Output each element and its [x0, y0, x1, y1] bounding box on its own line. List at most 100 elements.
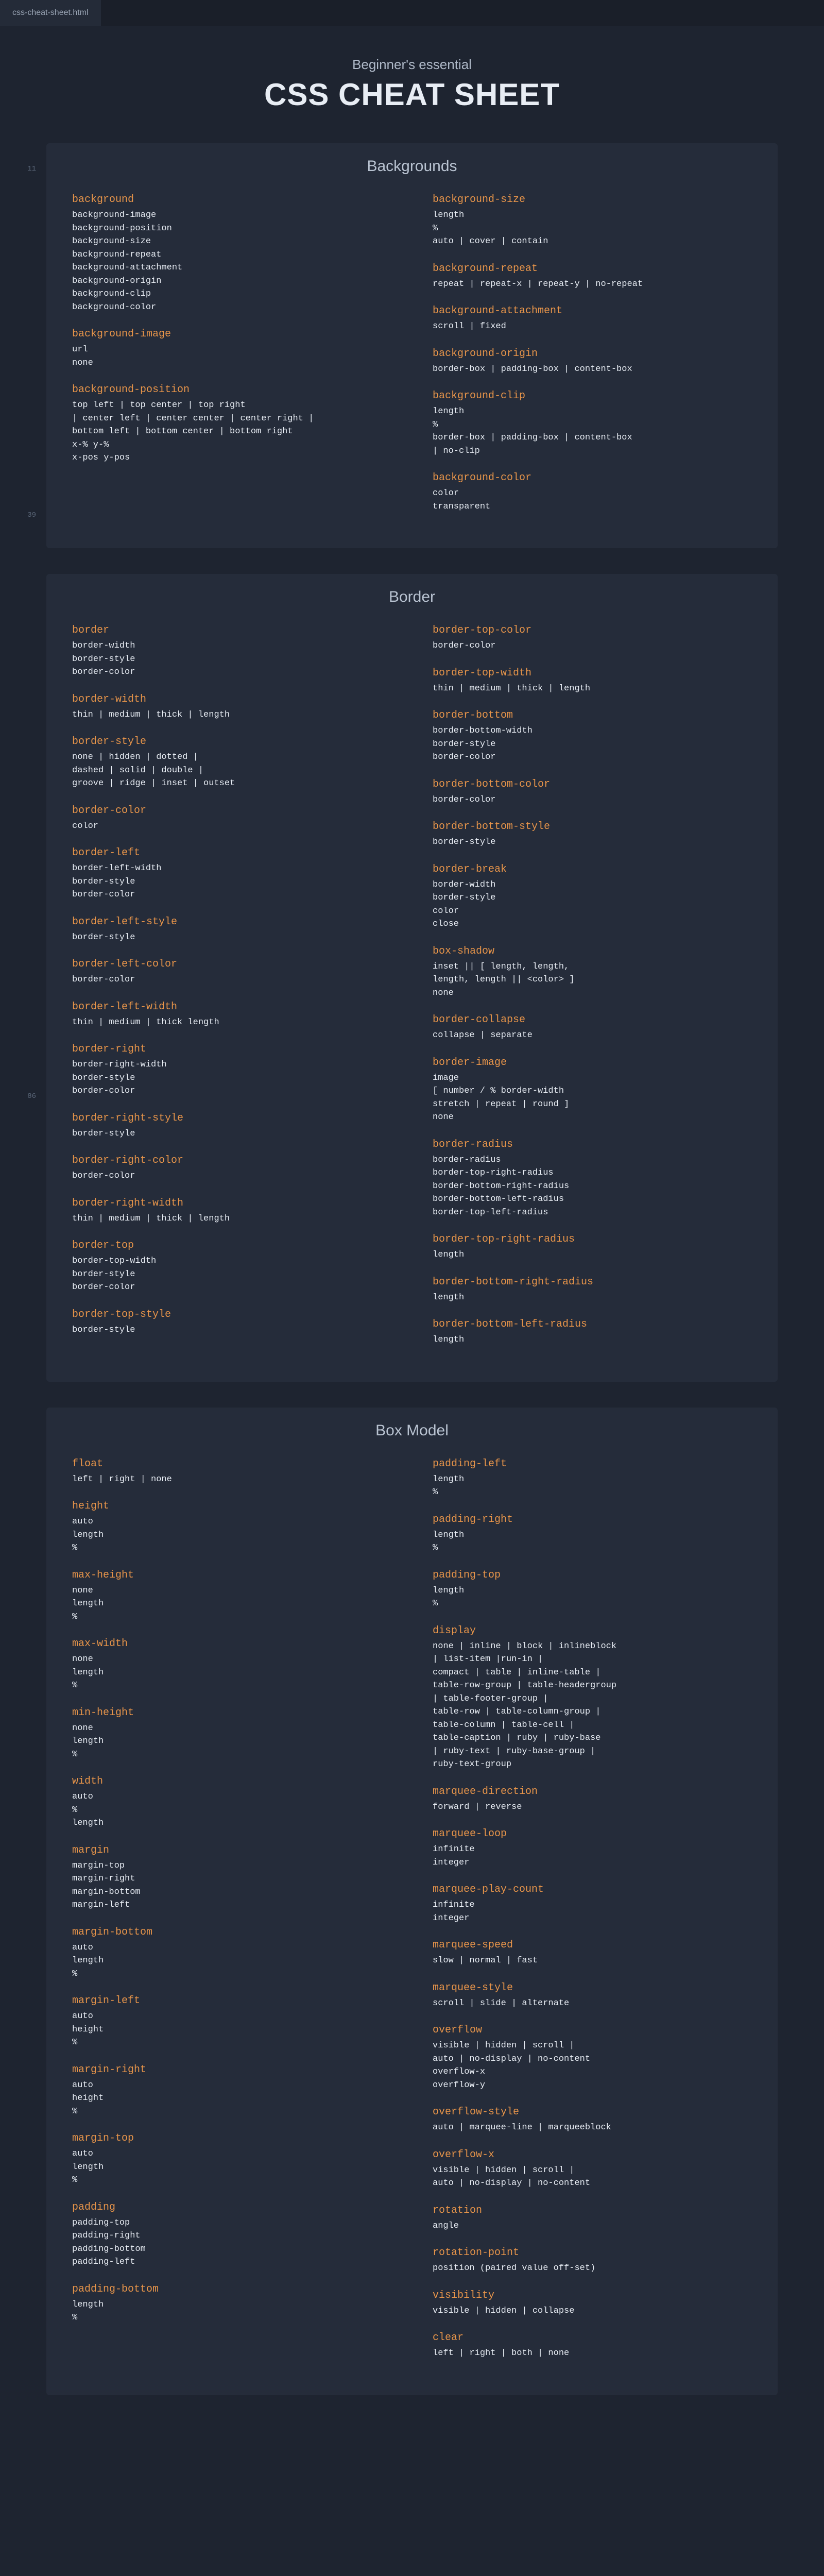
property-value: auto | marquee-line | marqueeblock: [433, 2121, 752, 2134]
property-value: border-color: [433, 639, 752, 653]
property-value: border-style: [72, 875, 391, 889]
property-name: min-height: [72, 1707, 391, 1719]
line-number: [0, 610, 46, 622]
file-tab[interactable]: css-cheat-sheet.html: [0, 0, 101, 26]
property-value: none: [72, 1722, 391, 1735]
property-block: border-rightborder-right-widthborder-sty…: [72, 1043, 391, 1098]
property-block: padding-bottomlength%: [72, 2283, 391, 2325]
section: Borderborderborder-widthborder-stylebord…: [46, 574, 778, 1382]
line-number: [0, 2415, 46, 2428]
property-value: scroll | slide | alternate: [433, 1997, 752, 2010]
property-value: none: [72, 1584, 391, 1598]
property-block: clearleft | right | both | none: [433, 2332, 752, 2360]
property-value: overflow-y: [433, 2079, 752, 2092]
line-number: [0, 2106, 46, 2119]
property-name: background-image: [72, 328, 391, 340]
property-value: x-% y-%: [72, 438, 391, 452]
property-value: border-top-right-radius: [433, 1166, 752, 1180]
line-number: [0, 2428, 46, 2440]
property-name: padding: [72, 2201, 391, 2213]
line-number: [0, 128, 46, 140]
column: borderborder-widthborder-styleborder-col…: [72, 624, 391, 1361]
line-number: [0, 2440, 46, 2452]
line-number: [0, 573, 46, 585]
line-number: [0, 1352, 46, 1364]
line-number: [0, 2081, 46, 2094]
property-value: length: [433, 209, 752, 222]
document-header: Beginner's essential CSS CHEAT SHEET: [46, 36, 778, 143]
property-value: position (paired value off-set): [433, 2262, 752, 2275]
line-number: [0, 2292, 46, 2304]
line-number: [0, 177, 46, 190]
line-number: [0, 2391, 46, 2403]
line-number: [0, 326, 46, 338]
property-value: left | right | none: [72, 1473, 391, 1486]
property-block: min-heightnonelength%: [72, 1707, 391, 1761]
property-value: border-style: [433, 891, 752, 905]
property-value: length: [433, 1584, 752, 1598]
property-value: length: [433, 1473, 752, 1486]
line-number: [0, 1364, 46, 1377]
property-block: background-imageurlnone: [72, 328, 391, 369]
line-number: [0, 1995, 46, 2007]
line-number: [0, 734, 46, 746]
line-number: [0, 202, 46, 214]
line-number: [0, 1414, 46, 1426]
property-block: rotation-pointposition (paired value off…: [433, 2247, 752, 2275]
line-number: [0, 1871, 46, 1884]
property-block: max-widthnonelength%: [72, 1638, 391, 1692]
property-value: url: [72, 343, 391, 357]
line-number: [0, 1377, 46, 1389]
property-value: none: [72, 1653, 391, 1666]
property-value: integer: [433, 1912, 752, 1925]
property-name: background-clip: [433, 390, 752, 402]
line-number: [0, 2205, 46, 2217]
property-value: border-style: [72, 1072, 391, 1085]
line-number: [0, 1612, 46, 1624]
line-number: [0, 1686, 46, 1698]
line-number: [0, 1859, 46, 1871]
line-number: [0, 41, 46, 54]
property-block: border-top-right-radiuslength: [433, 1233, 752, 1262]
property-block: margin-leftautoheight%: [72, 1995, 391, 2049]
property-name: overflow-x: [433, 2149, 752, 2161]
property-name: width: [72, 1775, 391, 1787]
property-block: border-breakborder-widthborder-stylecolo…: [433, 863, 752, 931]
property-name: border-bottom-style: [433, 821, 752, 833]
line-number: [0, 276, 46, 289]
line-number: [0, 2304, 46, 2316]
property-block: border-bottom-colorborder-color: [433, 778, 752, 807]
property-name: marquee-speed: [433, 1939, 752, 1951]
line-number: [0, 54, 46, 66]
property-value: border-bottom-width: [433, 724, 752, 738]
property-block: floatleft | right | none: [72, 1458, 391, 1486]
property-value: length: [72, 1817, 391, 1830]
property-block: marginmargin-topmargin-rightmargin-botto…: [72, 1844, 391, 1912]
line-number: [0, 1599, 46, 1612]
line-number: [0, 1216, 46, 1228]
property-block: margin-rightautoheight%: [72, 2064, 391, 2119]
column: backgroundbackground-imagebackground-pos…: [72, 194, 391, 528]
property-value: length: [72, 2161, 391, 2174]
property-name: margin-bottom: [72, 1926, 391, 1938]
line-number: [0, 1129, 46, 1142]
property-name: marquee-style: [433, 1982, 752, 1994]
line-number: [0, 1476, 46, 1488]
property-block: border-colorcolor: [72, 805, 391, 833]
line-number: [0, 1661, 46, 1673]
line-number: [0, 1933, 46, 1945]
property-name: border-right-style: [72, 1112, 391, 1124]
property-value: %: [72, 1748, 391, 1761]
line-number: [0, 721, 46, 734]
property-value: border-color: [72, 888, 391, 902]
line-number: [0, 2020, 46, 2032]
property-value: length: [433, 1248, 752, 1262]
line-number: [0, 1809, 46, 1822]
line-number: [0, 313, 46, 326]
line-number: [0, 907, 46, 919]
line-number: [0, 66, 46, 78]
property-value: background-origin: [72, 275, 391, 288]
property-value: height: [72, 2023, 391, 2037]
property-value: thin | medium | thick | length: [433, 682, 752, 696]
line-number: [0, 622, 46, 635]
